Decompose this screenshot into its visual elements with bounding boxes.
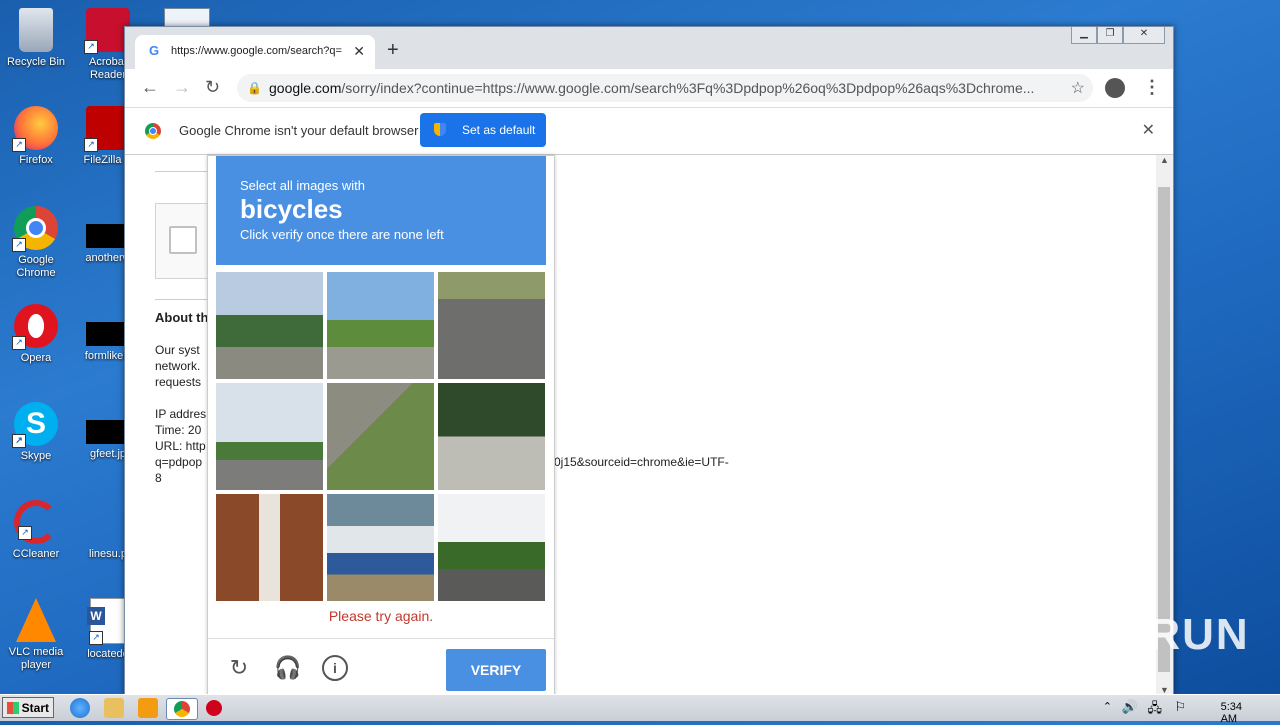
desktop-icon-chrome[interactable]: ↗ Google Chrome [0,204,72,280]
recaptcha-widget [155,203,211,279]
tray-expand-icon[interactable]: ⌃ [1103,700,1112,713]
verify-button[interactable]: VERIFY [446,649,546,691]
chrome-window: G https://www.google.com/search?q= ✕ + ▁… [124,26,1174,696]
window-controls: ▁ ❐ ✕ [1071,27,1165,45]
captcha-tile-cyclist-path[interactable] [327,383,434,490]
volume-icon[interactable]: 🔊 [1122,699,1138,715]
para-line: network. [155,359,201,373]
minimize-button[interactable]: ▁ [1071,27,1097,44]
set-as-default-button[interactable]: Set as default [420,113,546,147]
url-text: google.com/sorry/index?continue=https://… [269,80,1035,96]
recycle-bin-icon [19,8,53,52]
captcha-instruction: Select all images with [240,178,365,193]
tab-close-icon[interactable]: ✕ [353,43,365,60]
start-button[interactable]: Start [2,697,54,718]
bookmark-star-icon[interactable]: ☆ [1071,78,1085,98]
reload-challenge-icon[interactable]: ↻ [226,655,252,681]
reload-icon[interactable]: ↻ [205,77,220,98]
captcha-tile-cyclist-road[interactable] [438,272,545,379]
info-icon[interactable]: i [322,655,348,681]
about-heading: About th [155,310,209,325]
para-line: Our syst [155,343,200,357]
time-line: Time: 20 [155,423,202,437]
network-icon[interactable]: 🖧 [1148,699,1163,721]
para-line: requests [155,375,202,389]
scroll-up-icon[interactable]: ▲ [1160,155,1169,165]
headphones-icon[interactable]: 🎧 [274,655,301,681]
desktop-icon-skype[interactable]: S ↗ Skype [0,400,72,463]
shield-icon [434,123,446,136]
desktop-icon-vlc[interactable]: VLC media player [0,596,72,672]
captcha-image-grid [216,272,546,602]
captcha-tile-park-palms[interactable] [327,272,434,379]
desktop-icon-recycle-bin[interactable]: Recycle Bin [0,6,72,69]
url-line: 8 [155,471,162,485]
skype-icon: S ↗ [12,402,58,448]
media-player-icon[interactable] [138,698,158,718]
captcha-hint: Click verify once there are none left [240,227,444,242]
desktop-icon-firefox[interactable]: ↗ Firefox [0,104,72,167]
opera-taskbar-icon[interactable] [206,700,222,716]
restore-button[interactable]: ❐ [1097,27,1123,44]
vlc-cone-icon [16,598,56,642]
opera-icon: ↗ [12,304,58,350]
chrome-icon [145,123,161,139]
file-explorer-icon[interactable] [104,698,124,718]
url-line: q=pdpop [155,455,203,469]
windows-flag-icon [7,702,19,714]
captcha-footer: ↻ 🎧 i VERIFY [208,638,554,695]
close-window-button[interactable]: ✕ [1123,27,1165,44]
captcha-header: Select all images with bicycles Click ve… [216,156,546,265]
scroll-thumb[interactable] [1158,187,1170,672]
captcha-tile-parked-bicycle[interactable] [438,383,545,490]
taskbar: Start ⌃ 🔊 🖧 ⚐ 5:34 AM [0,694,1280,725]
chrome-icon: ↗ [12,206,58,252]
url-tail: 0j15&sourceid=chrome&ie=UTF- [554,455,729,469]
chrome-icon [174,701,190,717]
url-line: URL: http [155,439,206,453]
tab-title: https://www.google.com/search?q= [171,45,342,57]
ip-line: IP addres [155,407,207,421]
tab-google-search[interactable]: G https://www.google.com/search?q= ✕ [135,35,375,69]
action-center-flag-icon[interactable]: ⚐ [1174,699,1186,715]
back-arrow-icon[interactable]: ← [141,77,159,98]
ccleaner-icon: ↗ [14,500,58,544]
infobar-close-icon[interactable]: ✕ [1142,120,1155,140]
desktop-file-icon[interactable] [164,8,210,28]
firefox-icon: ↗ [12,106,58,152]
menu-kebab-icon[interactable]: ⋮ [1143,77,1161,98]
captcha-error: Please try again. [328,608,434,624]
captcha-tile-palm-street[interactable] [216,272,323,379]
captcha-tile-traffic-light[interactable] [216,383,323,490]
set-as-default-label: Set as default [462,123,536,137]
desktop-icon-ccleaner[interactable]: ↗ CCleaner [0,498,72,561]
anyrun-watermark: ANY RUN [1036,610,1250,659]
google-favicon-icon: G [149,43,160,58]
desktop-icon-opera[interactable]: ↗ Opera [0,302,72,365]
lock-icon: 🔒 [247,81,262,95]
recaptcha-checkbox[interactable] [169,226,197,254]
word-document-icon: W ↗ [87,598,126,645]
captcha-tile-intersection[interactable] [438,494,545,601]
captcha-challenge: Select all images with bicycles Click ve… [207,155,555,695]
captcha-tile-boat[interactable] [327,494,434,601]
clock[interactable]: 5:34 AM [1221,701,1242,725]
chrome-taskbar-button[interactable] [166,698,198,720]
captcha-target: bicycles [240,194,343,224]
infobar-message: Google Chrome isn't your default browser [179,123,419,138]
forward-arrow-icon[interactable]: → [173,77,191,98]
account-icon[interactable] [1105,78,1125,98]
tab-strip: G https://www.google.com/search?q= ✕ + ▁… [125,27,1173,69]
new-tab-icon[interactable]: + [387,39,399,62]
captcha-tile-building-steps[interactable] [216,494,323,601]
address-bar[interactable]: 🔒 google.com/sorry/index?continue=https:… [237,74,1093,102]
toolbar: ← → ↻ 🔒 google.com/sorry/index?continue=… [125,69,1173,108]
internet-explorer-icon[interactable] [70,698,90,718]
default-browser-infobar: Google Chrome isn't your default browser… [125,108,1173,155]
